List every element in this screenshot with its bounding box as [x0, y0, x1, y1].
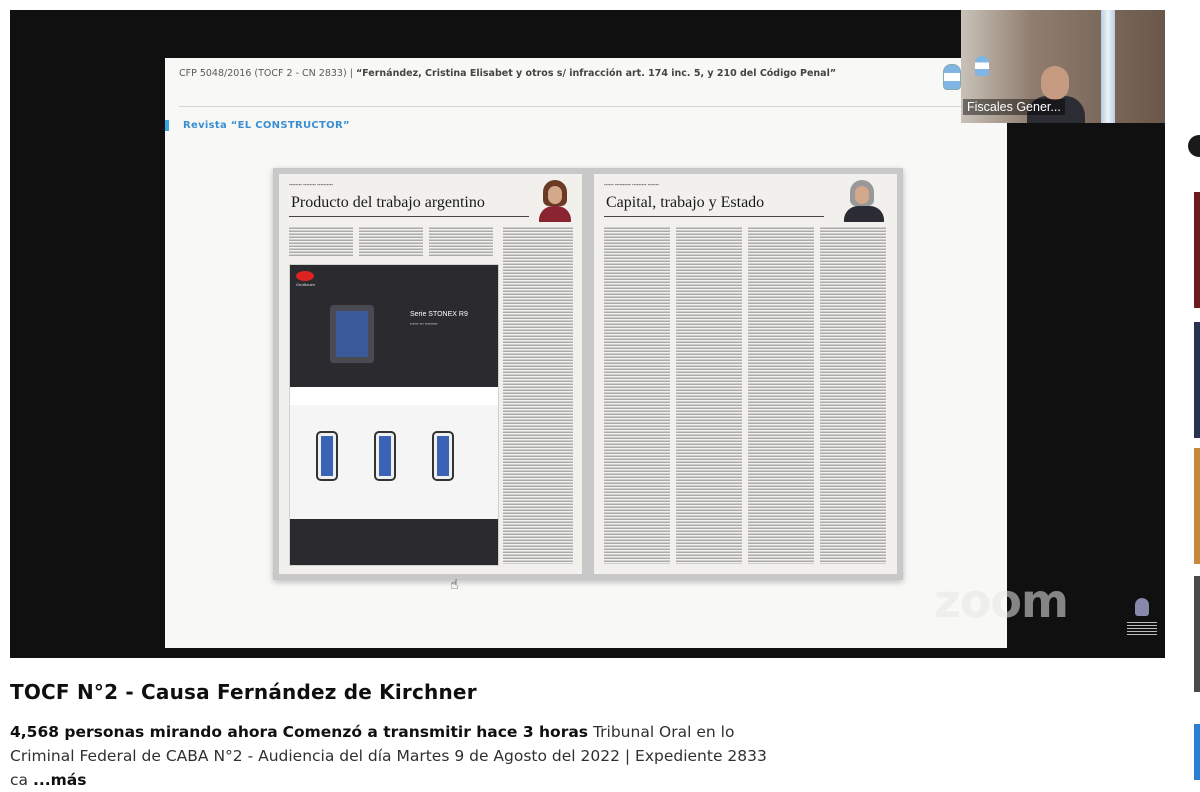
magazine-page-left: ▪▪▪▪▪▪▪▪ ▪▪▪▪▪▪▪▪ ▪▪▪▪▪▪▪▪▪▪ Producto de… — [279, 174, 582, 574]
text-column — [676, 226, 742, 564]
magazine-page-right: ▪▪▪▪▪▪ ▪▪▪▪▪▪▪▪▪▪ ▪▪▪▪▪▪▪▪▪ ▪▪▪▪▪▪▪ Capi… — [594, 174, 897, 574]
stream-start: Comenzó a transmitir hace 3 horas — [282, 723, 589, 741]
argentina-coat-of-arms-icon — [943, 64, 961, 90]
ad-logo-icon — [296, 271, 314, 281]
ad-product-image — [434, 433, 452, 479]
ad-stripe — [290, 387, 498, 405]
participant-label: Fiscales Gener... — [963, 99, 1065, 115]
magazine-spread: ▪▪▪▪▪▪▪▪ ▪▪▪▪▪▪▪▪ ▪▪▪▪▪▪▪▪▪▪ Producto de… — [273, 168, 903, 580]
presentation-slide: CFP 5048/2016 (TOCF 2 - CN 2833) | “Fern… — [165, 48, 1007, 648]
advertisement: GeoBauen Serie STONEX R9 ▪▪▪▪▪▪ ▪▪▪ ▪▪▪▪… — [289, 264, 499, 566]
sidebar-thumbnail[interactable] — [1194, 322, 1200, 438]
ad-footer — [290, 519, 498, 565]
sidebar-thumbnail[interactable] — [1194, 576, 1200, 692]
slide-top-bar — [165, 48, 1007, 58]
left-page-title: Producto del trabajo argentino — [291, 194, 485, 211]
title-rule — [604, 216, 824, 217]
page-kicker: ▪▪▪▪▪▪ ▪▪▪▪▪▪▪▪▪▪ ▪▪▪▪▪▪▪▪▪ ▪▪▪▪▪▪▪ — [604, 182, 659, 187]
ad-series-sub: ▪▪▪▪▪▪ ▪▪▪ ▪▪▪▪▪▪▪▪▪ — [410, 321, 438, 326]
sidebar-thumbnail[interactable] — [1194, 192, 1200, 308]
text-column — [429, 226, 493, 256]
participant-video: Fiscales Gener... — [961, 10, 1165, 123]
hand-pointer-icon: ☝ — [450, 576, 459, 592]
zoom-logo: zoom — [934, 574, 1069, 628]
text-column — [289, 226, 353, 256]
sidebar-thumbnail[interactable] — [1194, 448, 1200, 564]
show-more-button[interactable]: ...más — [33, 771, 87, 789]
video-title: TOCF N°2 - Causa Fernández de Kirchner — [10, 680, 477, 704]
ad-product-image — [376, 433, 394, 479]
text-column — [503, 226, 573, 564]
portrait-photo — [537, 178, 573, 222]
page-kicker: ▪▪▪▪▪▪▪▪ ▪▪▪▪▪▪▪▪ ▪▪▪▪▪▪▪▪▪▪ — [289, 182, 333, 187]
ad-product-image — [318, 433, 336, 479]
video-description[interactable]: 4,568 personas mirando ahora Comenzó a t… — [10, 720, 770, 792]
text-column — [604, 226, 670, 564]
title-rule — [289, 216, 529, 217]
right-page-title: Capital, trabajo y Estado — [606, 194, 765, 211]
related-sidebar — [1188, 0, 1200, 780]
video-player[interactable]: CFP 5048/2016 (TOCF 2 - CN 2833) | “Fern… — [10, 10, 1165, 658]
ad-series: Serie STONEX R9 — [410, 311, 468, 318]
slide-divider — [179, 106, 993, 107]
argentina-coat-of-arms-icon — [975, 56, 989, 76]
text-column — [820, 226, 886, 564]
text-column — [748, 226, 814, 564]
section-tag: Revista “EL CONSTRUCTOR” — [165, 120, 350, 131]
portrait-photo — [840, 178, 884, 222]
case-caption: “Fernández, Cristina Elisabet y otros s/… — [355, 68, 837, 79]
ad-brand: GeoBauen — [296, 282, 316, 287]
slide-header: CFP 5048/2016 (TOCF 2 - CN 2833) | “Fern… — [179, 68, 837, 79]
flag-icon — [1101, 10, 1115, 123]
viewer-count: 4,568 personas mirando ahora — [10, 723, 278, 741]
ad-device-image — [330, 305, 374, 363]
case-number: CFP 5048/2016 (TOCF 2 - CN 2833) — [179, 68, 347, 79]
court-badge-icon — [1127, 598, 1157, 646]
ad-hero: GeoBauen Serie STONEX R9 ▪▪▪▪▪▪ ▪▪▪ ▪▪▪▪… — [290, 265, 498, 387]
text-column — [359, 226, 423, 256]
sidebar-avatar[interactable] — [1188, 135, 1200, 157]
sidebar-thumbnail[interactable] — [1194, 724, 1200, 780]
